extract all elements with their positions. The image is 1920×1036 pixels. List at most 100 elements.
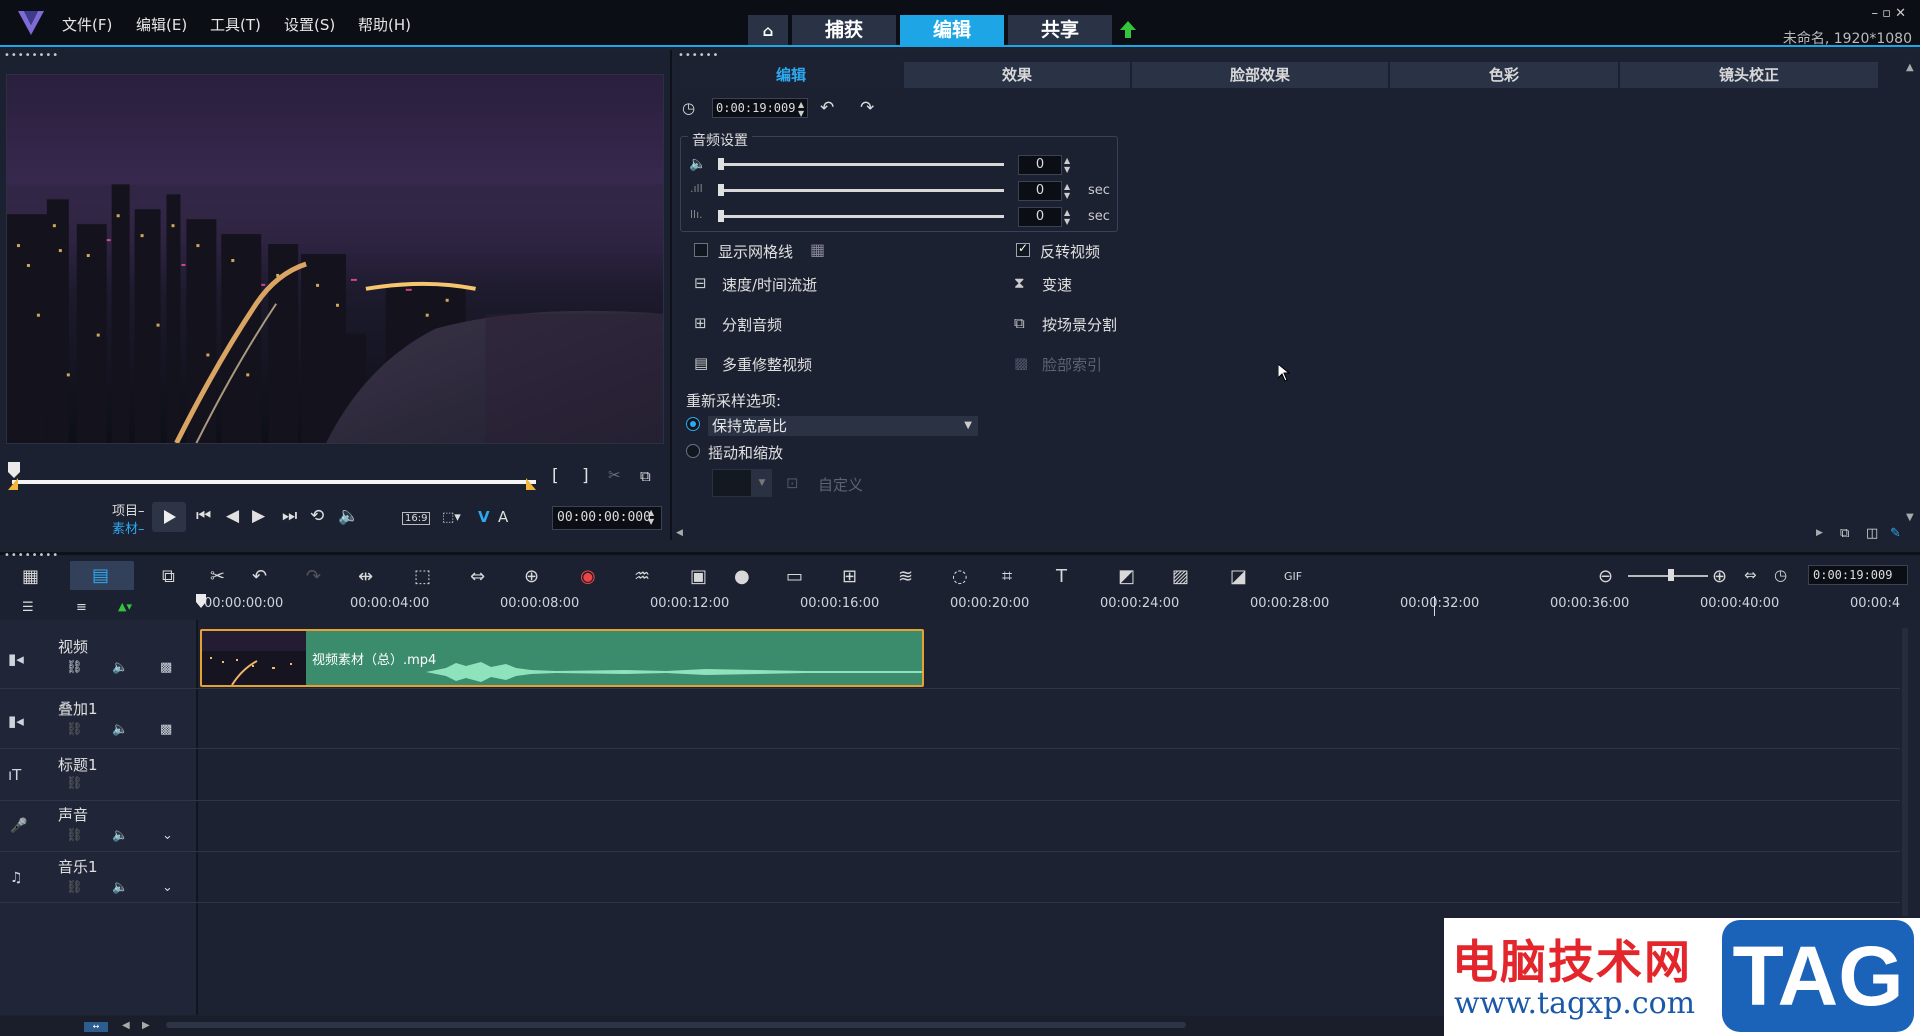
enlarge-icon[interactable]: ⧉ xyxy=(640,467,651,485)
scroll-right-icon[interactable]: ▶ xyxy=(1816,528,1823,538)
volume-input[interactable]: 0 xyxy=(1018,155,1062,175)
go-to-start-icon[interactable]: ⏮ xyxy=(196,506,211,526)
menu-edit[interactable]: 编辑(E) xyxy=(136,14,187,35)
variable-speed-button[interactable]: 变速 xyxy=(1042,274,1072,295)
chevron-down-icon[interactable]: ⌄ xyxy=(162,828,173,843)
video-clip[interactable]: 视频素材（总）.mp4 xyxy=(200,629,924,687)
split-screen-icon[interactable]: ⊞ xyxy=(842,566,857,587)
show-grid-checkbox[interactable] xyxy=(694,243,708,257)
fade-out-slider-knob[interactable] xyxy=(718,210,724,222)
zoom-to-fit-icon[interactable]: ↔ xyxy=(84,1022,108,1032)
view-options-icon[interactable]: ✎ xyxy=(1890,526,1901,541)
upload-icon[interactable] xyxy=(1118,20,1138,40)
video-mode-icon[interactable]: V xyxy=(478,508,490,526)
undo-icon[interactable]: ↶ xyxy=(252,566,267,587)
custom-button[interactable]: 自定义 xyxy=(818,474,863,495)
scroll-left-icon[interactable]: ◀ xyxy=(676,528,683,538)
ripple-link-icon[interactable]: ⛓ xyxy=(66,828,83,843)
duration-spinner-icon[interactable]: ▲ ▼ xyxy=(798,100,804,118)
track-volume-icon[interactable]: 🔈 xyxy=(112,660,128,675)
volume-slider-knob[interactable] xyxy=(718,158,724,170)
track-visibility-icon[interactable]: ▩ xyxy=(160,660,172,675)
timeline-vertical-scrollbar[interactable] xyxy=(1902,628,1908,916)
view-split-icon[interactable]: ◫ xyxy=(1866,526,1878,541)
panel-grip[interactable]: •••••••• xyxy=(4,50,59,61)
player-timecode[interactable]: 00:00:00:000 xyxy=(552,506,662,530)
options-grip[interactable]: •••••• xyxy=(678,50,719,61)
fade-out-slider[interactable] xyxy=(718,215,1004,218)
rotate-left-icon[interactable]: ↶ xyxy=(820,98,834,118)
audio-mode-icon[interactable]: A xyxy=(498,508,508,526)
track-list-icon[interactable]: ☰ xyxy=(22,600,34,615)
painting-icon[interactable]: ▨ xyxy=(1172,566,1189,587)
tab-share[interactable]: 共享 xyxy=(1008,15,1112,45)
pan-zoom-label[interactable]: 摇动和缩放 xyxy=(708,442,783,463)
keep-aspect-radio[interactable] xyxy=(686,417,700,431)
fit-icon[interactable]: ⇹ xyxy=(358,566,373,587)
track-volume-icon[interactable]: 🔈 xyxy=(112,880,128,895)
volume-icon[interactable]: 🔈 xyxy=(338,506,359,526)
show-grid-label[interactable]: 显示网格线 xyxy=(718,241,793,262)
audio-wave-icon[interactable]: ♒ xyxy=(634,566,650,587)
color-grading-icon[interactable]: ◪ xyxy=(1230,566,1247,587)
tools-icon[interactable]: ✂ xyxy=(210,566,225,587)
scrubber-handle[interactable] xyxy=(8,462,20,482)
clip-mode-label[interactable]: 素材– xyxy=(112,518,145,537)
home-tab[interactable]: ⌂ xyxy=(748,15,788,45)
crop-icon[interactable]: ⬚ xyxy=(414,566,431,587)
timeline-horizontal-scrollbar[interactable] xyxy=(166,1022,1186,1028)
display-mode-icon[interactable]: ⬚▾ xyxy=(442,510,461,525)
mark-in-icon[interactable]: [ xyxy=(552,466,559,486)
record-icon[interactable]: ◉ xyxy=(580,566,596,587)
tracking-icon[interactable]: ⌗ xyxy=(1002,566,1012,587)
scroll-left-icon[interactable]: ◀ xyxy=(122,1020,130,1031)
face-index-button[interactable]: 脸部索引 xyxy=(1042,354,1102,375)
fade-in-slider-knob[interactable] xyxy=(718,184,724,196)
grid-settings-icon[interactable]: ▦ xyxy=(810,240,825,259)
scroll-down-icon[interactable]: ▼ xyxy=(1906,512,1914,523)
blend-icon[interactable]: ● xyxy=(734,566,750,587)
subtitle-icon[interactable]: ▭ xyxy=(786,566,803,587)
play-button[interactable] xyxy=(152,502,186,532)
view-library-icon[interactable]: ⧉ xyxy=(1840,526,1849,541)
ripple-link-icon[interactable]: ⛓ xyxy=(66,660,83,675)
fade-in-input[interactable]: 0 xyxy=(1018,181,1062,201)
track-visibility-icon[interactable]: ▩ xyxy=(160,722,172,737)
volume-spinner-icon[interactable]: ▲ ▼ xyxy=(1064,156,1070,174)
preset-dropdown-icon[interactable]: ▼ xyxy=(752,469,772,497)
title-3d-icon[interactable]: T xyxy=(1056,566,1067,587)
fade-out-input[interactable]: 0 xyxy=(1018,207,1062,227)
gif-icon[interactable]: GIF xyxy=(1284,570,1302,583)
next-frame-icon[interactable]: ▶ xyxy=(252,506,265,526)
chevron-down-icon[interactable]: ⌄ xyxy=(162,880,173,895)
multicam-icon[interactable]: ▣ xyxy=(690,566,707,587)
fade-in-slider[interactable] xyxy=(718,189,1004,192)
fit-timeline-icon[interactable]: ⇔ xyxy=(1744,566,1757,584)
loop-icon[interactable]: ◌ xyxy=(952,566,968,587)
reverse-video-label[interactable]: 反转视频 xyxy=(1040,241,1100,262)
timeline-grip[interactable]: •••••••• xyxy=(4,550,59,561)
add-marker-icon[interactable]: ▲▾ xyxy=(118,600,132,613)
track-volume-icon[interactable]: 🔈 xyxy=(112,722,128,737)
window-controls[interactable]: – ▫ ✕ xyxy=(1872,6,1906,21)
redo-icon[interactable]: ↷ xyxy=(306,566,321,587)
scroll-up-icon[interactable]: ▲ xyxy=(1906,62,1914,73)
split-audio-button[interactable]: 分割音频 xyxy=(722,314,782,335)
reverse-video-checkbox[interactable]: ✓ xyxy=(1016,241,1030,257)
fade-out-spinner-icon[interactable]: ▲ ▼ xyxy=(1064,208,1070,226)
speed-time-lapse-button[interactable]: 速度/时间流逝 xyxy=(722,274,817,295)
volume-slider[interactable] xyxy=(718,163,1004,166)
menu-tools[interactable]: 工具(T) xyxy=(210,14,261,35)
duration-field[interactable]: 0:00:19:009 xyxy=(712,98,808,118)
tab-options-color[interactable]: 色彩 xyxy=(1390,62,1618,88)
pan-zoom-preset[interactable] xyxy=(712,469,752,497)
repeat-icon[interactable]: ⟲ xyxy=(310,506,324,526)
zoom-out-icon[interactable]: ⊖ xyxy=(1598,566,1613,587)
track-manager-icon[interactable]: ⧉ xyxy=(162,566,175,587)
scroll-right-icon[interactable]: ▶ xyxy=(142,1020,150,1031)
mask-icon[interactable]: ◩ xyxy=(1118,566,1135,587)
zoom-in-icon[interactable]: ⊕ xyxy=(1712,566,1727,587)
track-sort-icon[interactable]: ≡ xyxy=(76,600,87,615)
menu-settings[interactable]: 设置(S) xyxy=(284,14,335,35)
split-icon[interactable]: ⇔ xyxy=(470,566,485,587)
